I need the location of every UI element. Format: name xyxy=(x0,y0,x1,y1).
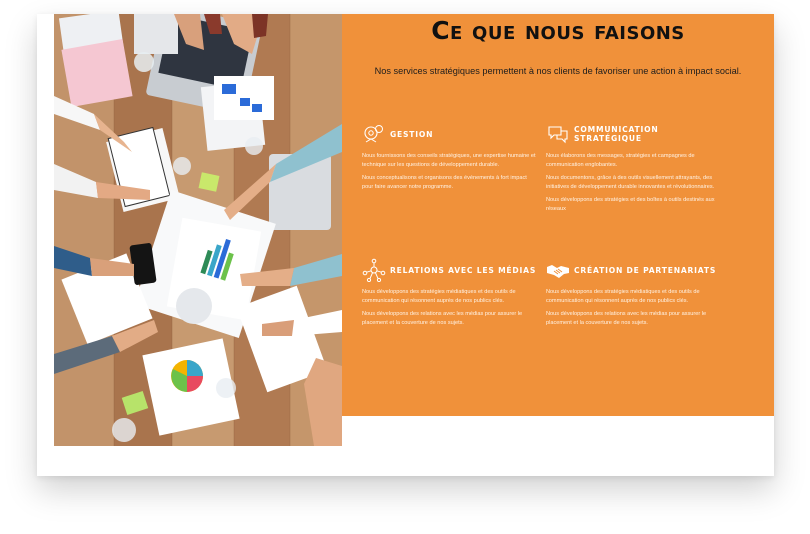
service-paragraph: Nous fournissons des conseils stratégiqu… xyxy=(362,153,536,168)
service-description: Nous développons des stratégies médiatiq… xyxy=(546,288,722,327)
section-title: Ce que nous faisons xyxy=(431,16,685,45)
service-relations-medias: Relations avec les médias Nous développo… xyxy=(362,257,538,327)
service-paragraph: Nous développons des stratégies et des b… xyxy=(546,197,715,212)
service-header: Création de partenariats xyxy=(546,257,722,283)
service-header: Gestion xyxy=(362,121,538,147)
service-title: Gestion xyxy=(390,129,434,139)
team-meeting-illustration xyxy=(54,14,342,446)
service-paragraph: Nous développons des stratégies médiatiq… xyxy=(546,289,700,304)
speech-bubbles-icon xyxy=(548,126,568,144)
section-subtitle: Nos services stratégiques permettent à n… xyxy=(374,66,742,76)
service-paragraph: Nous développons des stratégies médiatiq… xyxy=(362,289,516,304)
service-paragraph: Nous documentons, grâce à des outils vis… xyxy=(546,175,715,190)
service-title: Communication stratégique xyxy=(574,125,659,143)
page-card: Ce que nous faisons Nos services stratég… xyxy=(37,14,774,476)
strategy-gears-icon xyxy=(364,125,383,143)
service-gestion: Gestion Nous fournissons des conseils st… xyxy=(362,121,538,191)
service-description: Nous élaborons des messages, stratégies … xyxy=(546,152,722,214)
service-title: Création de partenariats xyxy=(574,265,717,275)
team-meeting-photo xyxy=(54,14,342,446)
service-header: Relations avec les médias xyxy=(362,257,538,283)
service-header: Communication stratégique xyxy=(546,121,722,147)
network-nodes-icon xyxy=(362,258,386,282)
handshake-icon xyxy=(547,265,569,278)
service-communication: Communication stratégique Nous élaborons… xyxy=(546,121,722,214)
service-partenariats: Création de partenariats Nous développon… xyxy=(546,257,722,327)
service-description: Nous fournissons des conseils stratégiqu… xyxy=(362,152,538,191)
service-paragraph: Nous développons des relations avec les … xyxy=(546,311,707,326)
service-paragraph: Nous élaborons des messages, stratégies … xyxy=(546,153,695,168)
service-description: Nous développons des stratégies médiatiq… xyxy=(362,288,538,327)
service-title: Relations avec les médias xyxy=(390,265,537,275)
services-panel: Ce que nous faisons Nos services stratég… xyxy=(342,14,774,416)
service-paragraph: Nous développons des relations avec les … xyxy=(362,311,523,326)
service-paragraph: Nous conceptualisons et organisons des é… xyxy=(362,175,527,190)
